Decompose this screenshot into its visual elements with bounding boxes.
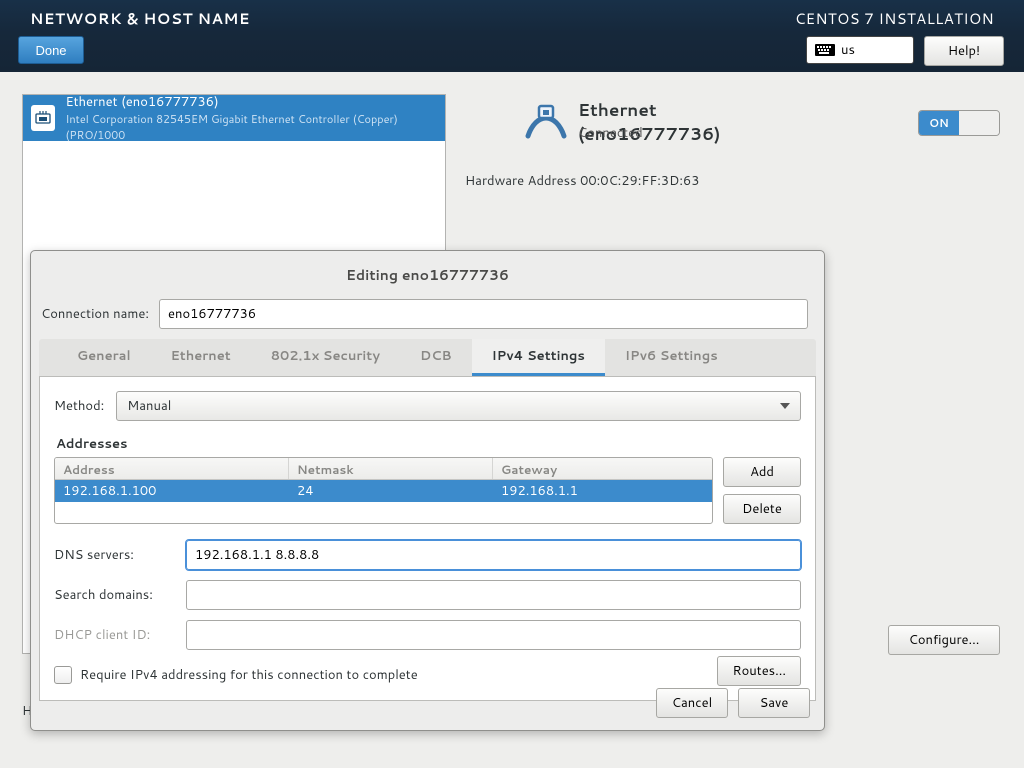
method-label: Method: [54, 397, 104, 415]
addresses-add-button[interactable]: Add [723, 457, 801, 487]
tab-general[interactable]: General [57, 339, 151, 376]
col-address: Address [55, 458, 289, 479]
tab-bar: General Ethernet 802.1x Security DCB IPv… [39, 339, 816, 377]
dhcp-client-id-label: DHCP client ID: [54, 626, 174, 644]
keyboard-layout-indicator[interactable]: us [806, 36, 914, 64]
col-netmask: Netmask [289, 458, 493, 479]
dns-input[interactable] [186, 540, 801, 570]
workspace: Ethernet (eno16777736) Intel Corporation… [0, 72, 1024, 768]
detail-status: Connected [578, 124, 643, 142]
help-button[interactable]: Help! [924, 36, 1004, 66]
keyboard-icon [815, 44, 835, 56]
chevron-down-icon [780, 403, 790, 409]
col-gateway: Gateway [493, 458, 712, 479]
routes-button[interactable]: Routes... [717, 656, 801, 686]
addresses-header-row: Address Netmask Gateway [55, 458, 712, 480]
search-domains-input[interactable] [186, 580, 801, 610]
addresses-heading: Addresses [56, 435, 801, 453]
ethernet-large-icon [522, 102, 568, 153]
cancel-button[interactable]: Cancel [656, 688, 728, 718]
edit-connection-dialog: Editing eno16777736 Connection name: Gen… [30, 250, 825, 731]
address-row-empty[interactable] [55, 502, 712, 516]
save-button[interactable]: Save [738, 688, 810, 718]
page-title: NETWORK & HOST NAME [30, 8, 250, 29]
search-domains-label: Search domains: [54, 586, 174, 604]
cell-netmask: 24 [289, 480, 493, 502]
dialog-title: Editing eno16777736 [31, 251, 824, 285]
tab-dcb[interactable]: DCB [400, 339, 472, 376]
cell-gateway: 192.168.1.1 [493, 480, 712, 502]
done-button[interactable]: Done [18, 36, 84, 64]
method-value: Manual [127, 397, 171, 415]
interface-list-item[interactable]: Ethernet (eno16777736) Intel Corporation… [23, 95, 445, 141]
connection-name-label: Connection name: [41, 305, 149, 323]
interface-name: Ethernet (eno16777736) [65, 93, 437, 111]
top-banner: NETWORK & HOST NAME Done CENTOS 7 INSTAL… [0, 0, 1024, 72]
address-row[interactable]: 192.168.1.100 24 192.168.1.1 [55, 480, 712, 502]
tab-ipv4[interactable]: IPv4 Settings [472, 339, 605, 376]
dns-label: DNS servers: [54, 546, 174, 564]
toggle-on-label: ON [919, 111, 959, 135]
ethernet-icon [31, 105, 55, 131]
connection-name-input[interactable] [159, 299, 808, 329]
method-select[interactable]: Manual [116, 391, 801, 421]
keymap-label: us [841, 41, 855, 59]
interface-toggle[interactable]: ON [918, 110, 1000, 136]
configure-button[interactable]: Configure... [888, 625, 1000, 655]
require-ipv4-label: Require IPv4 addressing for this connect… [80, 666, 418, 684]
toggle-handle [959, 111, 999, 135]
tab-8021x[interactable]: 802.1x Security [251, 339, 400, 376]
addresses-delete-button[interactable]: Delete [723, 494, 801, 524]
hardware-address: Hardware Address 00:0C:29:FF:3D:63 [465, 172, 699, 190]
dhcp-client-id-input [186, 620, 801, 650]
ipv4-panel: Method: Manual Addresses Address Netmask… [39, 377, 816, 701]
installer-title: CENTOS 7 INSTALLATION [795, 8, 994, 29]
addresses-table[interactable]: Address Netmask Gateway 192.168.1.100 24… [54, 457, 713, 524]
require-ipv4-checkbox[interactable] [54, 666, 72, 684]
cell-address: 192.168.1.100 [55, 480, 289, 502]
interface-description: Intel Corporation 82545EM Gigabit Ethern… [65, 111, 437, 143]
tab-ipv6[interactable]: IPv6 Settings [605, 339, 738, 376]
tab-ethernet[interactable]: Ethernet [151, 339, 251, 376]
